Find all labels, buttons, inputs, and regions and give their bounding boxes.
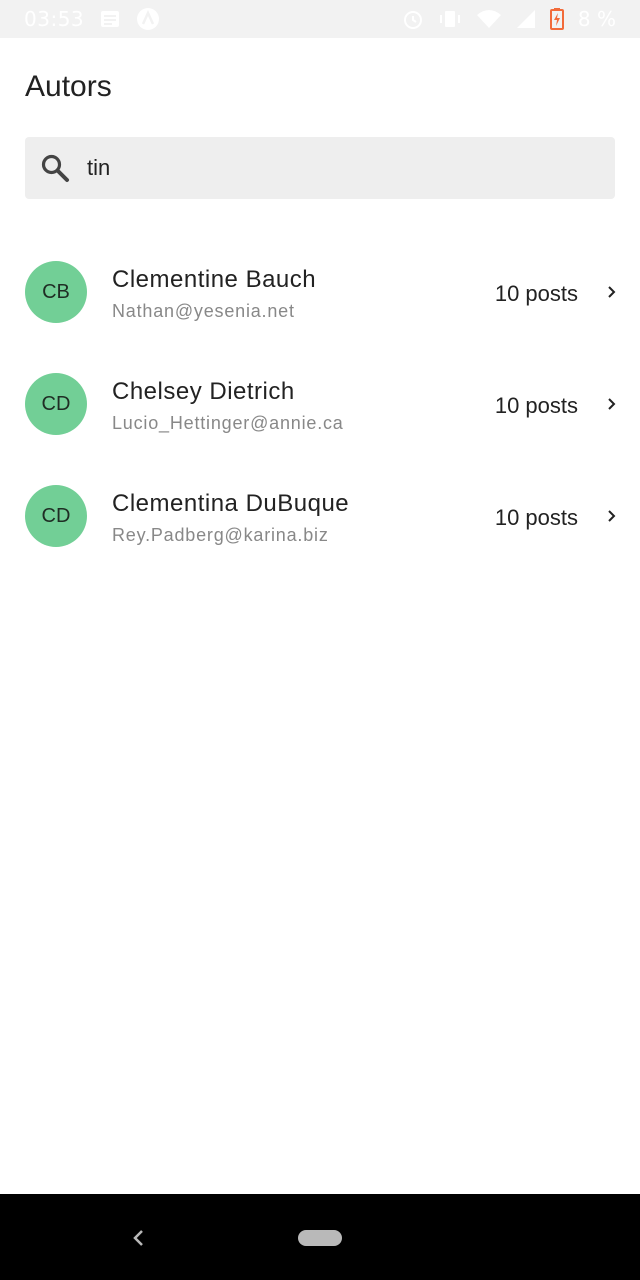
avatar: CB bbox=[25, 261, 87, 323]
list-item[interactable]: CD Chelsey Dietrich Lucio_Hettinger@anni… bbox=[0, 348, 640, 460]
page-title: Autors bbox=[25, 70, 112, 103]
wifi-icon bbox=[476, 10, 501, 28]
status-bar-left: 03:53 bbox=[24, 0, 160, 38]
author-email: Rey.Padberg@karina.biz bbox=[112, 525, 329, 545]
avatar: CD bbox=[25, 485, 87, 547]
chevron-right-icon bbox=[608, 398, 616, 410]
search-box[interactable] bbox=[25, 137, 615, 199]
post-count: 10 posts bbox=[494, 505, 578, 530]
status-bar: 03:53 8 % bbox=[0, 0, 640, 38]
search-input[interactable] bbox=[85, 137, 607, 199]
author-email: Lucio_Hettinger@annie.ca bbox=[112, 413, 344, 433]
avatar: CD bbox=[25, 373, 87, 435]
avatar-initials: CB bbox=[42, 280, 70, 303]
chevron-right-icon bbox=[608, 510, 616, 522]
alarm-icon bbox=[403, 11, 422, 29]
battery-percent: 8 % bbox=[577, 7, 616, 31]
list-item[interactable]: CD Clementina DuBuque Rey.Padberg@karina… bbox=[0, 460, 640, 572]
battery-charging-icon bbox=[549, 8, 564, 30]
avatar-initials: CD bbox=[41, 504, 71, 527]
vibrate-icon bbox=[439, 11, 460, 27]
notification-icon bbox=[101, 11, 120, 27]
post-count: 10 posts bbox=[494, 393, 578, 418]
signal-icon bbox=[516, 10, 535, 28]
search-icon bbox=[41, 154, 69, 182]
avatar-initials: CD bbox=[41, 392, 71, 415]
author-email: Nathan@yesenia.net bbox=[112, 301, 295, 321]
app-icon bbox=[137, 8, 160, 30]
back-icon[interactable] bbox=[130, 1228, 148, 1248]
author-name: Chelsey Dietrich bbox=[112, 378, 295, 405]
system-nav-bar bbox=[0, 1194, 640, 1280]
author-name: Clementina DuBuque bbox=[112, 490, 350, 517]
status-bar-right: 8 % bbox=[402, 0, 616, 38]
status-time: 03:53 bbox=[24, 7, 85, 31]
authors-list: CB Clementine Bauch Nathan@yesenia.net 1… bbox=[0, 236, 640, 572]
post-count: 10 posts bbox=[494, 281, 578, 306]
home-pill[interactable] bbox=[298, 1230, 342, 1246]
author-name: Clementine Bauch bbox=[112, 266, 317, 293]
chevron-right-icon bbox=[608, 286, 616, 298]
list-item[interactable]: CB Clementine Bauch Nathan@yesenia.net 1… bbox=[0, 236, 640, 348]
